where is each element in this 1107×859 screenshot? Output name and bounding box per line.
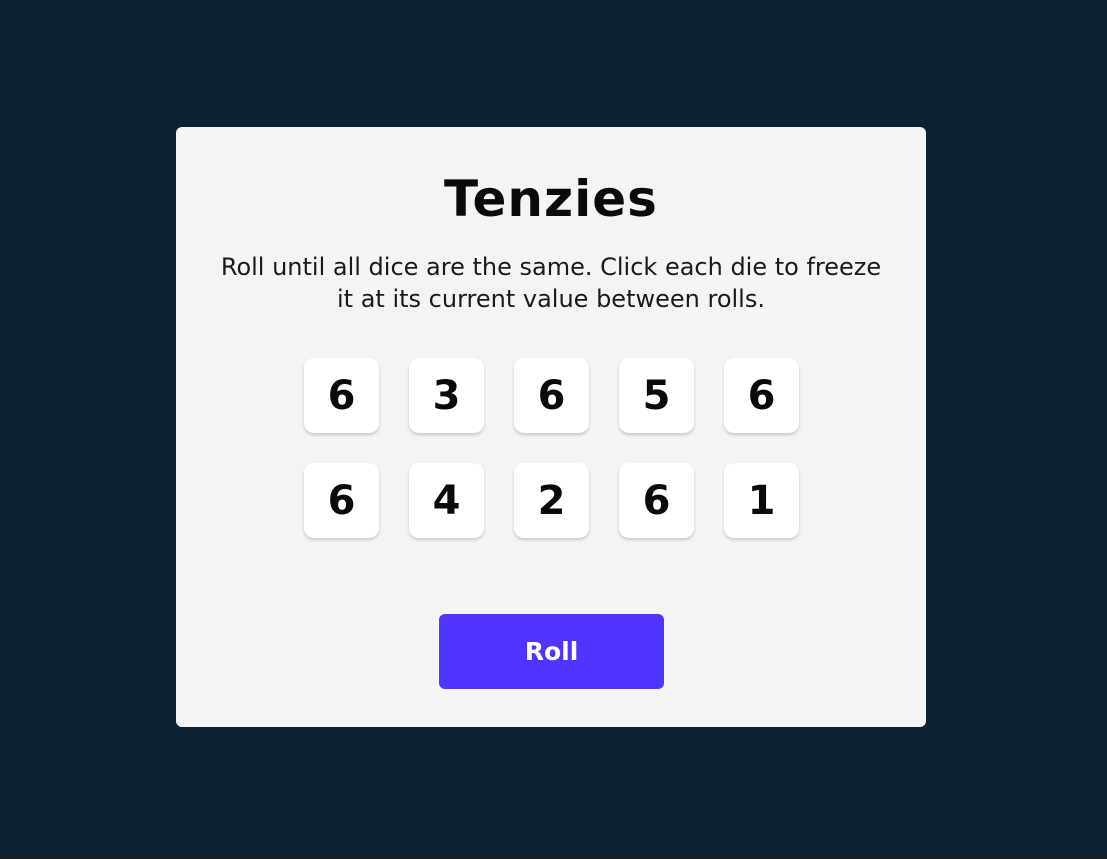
game-card: Tenzies Roll until all dice are the same… (176, 127, 926, 727)
die-6[interactable]: 6 (304, 463, 379, 538)
die-9[interactable]: 6 (619, 463, 694, 538)
roll-button[interactable]: Roll (439, 614, 664, 689)
die-4[interactable]: 5 (619, 358, 694, 433)
die-1[interactable]: 6 (304, 358, 379, 433)
die-8[interactable]: 2 (514, 463, 589, 538)
die-10[interactable]: 1 (724, 463, 799, 538)
die-2[interactable]: 3 (409, 358, 484, 433)
die-3[interactable]: 6 (514, 358, 589, 433)
instructions-text: Roll until all dice are the same. Click … (220, 253, 882, 313)
dice-grid: 6 3 6 5 6 6 4 2 6 1 (304, 358, 799, 538)
die-7[interactable]: 4 (409, 463, 484, 538)
bottom-edge-strip (0, 854, 1107, 859)
page-title: Tenzies (444, 170, 658, 228)
die-5[interactable]: 6 (724, 358, 799, 433)
